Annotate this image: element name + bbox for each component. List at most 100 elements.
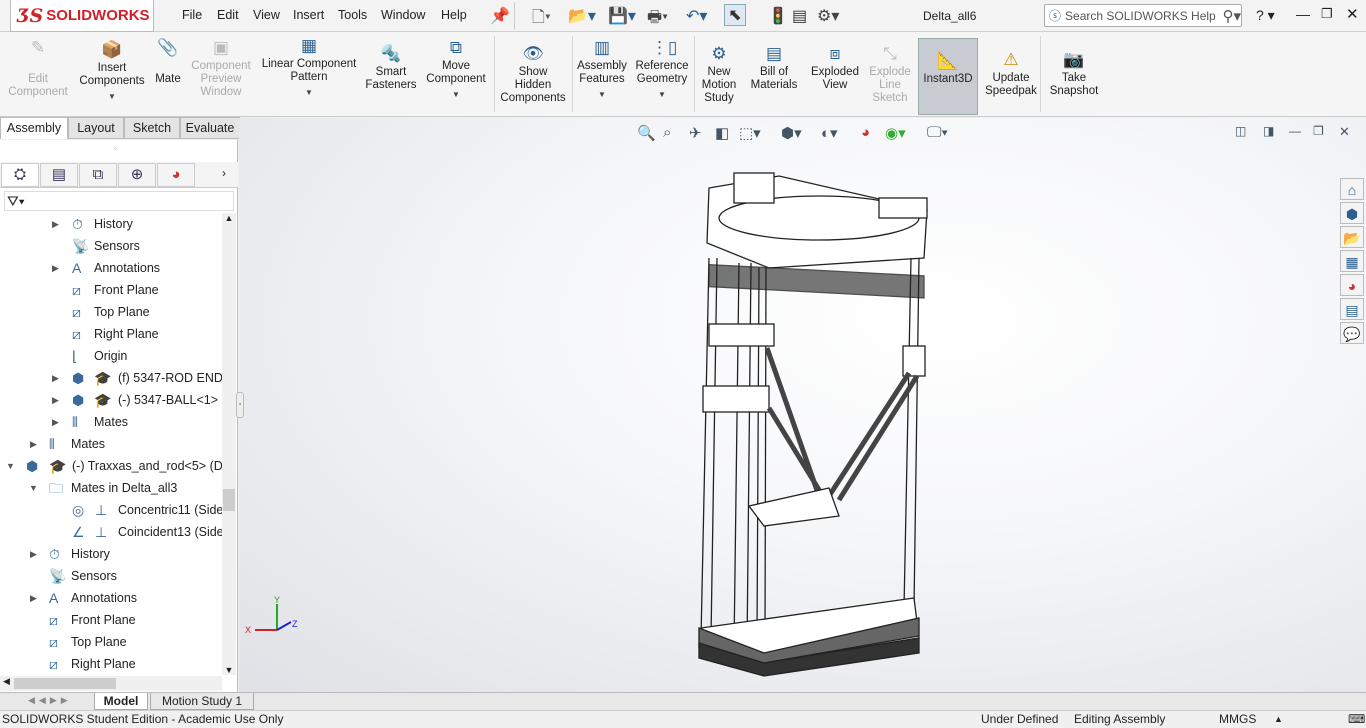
home-icon[interactable]: ⌂ [1340,178,1364,200]
tree-item[interactable]: ⧄ Right Plane [0,323,225,345]
tree-item[interactable]: ▼ ⬢ 🎓 (-) Traxxas_and_rod<5> (Def [0,455,225,477]
tree-horizontal-scrollbar[interactable]: ◀ [0,676,222,691]
filter-icon[interactable]: ⛛▾ [4,191,234,211]
collapse-arrow-icon[interactable]: ▼ [6,455,15,477]
units-chevron-up-icon[interactable]: ▲ [1274,711,1283,728]
rebuild-icon[interactable]: 🚦 [768,6,788,26]
bill-of-materials-button[interactable]: ▤ Bill of Materials [746,44,802,92]
tree-item[interactable]: ⧄ Top Plane [0,301,225,323]
print-icon[interactable]: 🖶▾ [647,6,668,33]
expand-arrow-icon[interactable]: ▶ [30,543,37,565]
tab-motion-study-1[interactable]: Motion Study 1 [150,693,254,710]
design-library-icon[interactable]: ⬢ [1340,202,1364,224]
graphics-viewport[interactable]: 🔍 ⌕ ✈ ◧ ⬚▾ ⬢▾ ◐▾ ◕ ◉▾ 🖵▾ ◫ ◨ — ❐ ✕ Y X Z [239,118,1366,692]
select-icon[interactable]: ⬉ [724,4,746,26]
explode-line-sketch-button[interactable]: ⤡ Explode Line Sketch [864,44,916,105]
restore-window-button[interactable]: ❐ [1321,6,1333,22]
collapse-arrow-icon[interactable]: ▼ [29,477,38,499]
exploded-view-button[interactable]: ⧈ Exploded View [806,44,864,92]
tree-item[interactable]: ▶ ⏱ History [0,543,225,565]
expand-arrow-icon[interactable]: ▶ [52,389,59,411]
menu-tools[interactable]: Tools [338,8,367,22]
undo-icon[interactable]: ↶▾ [686,6,707,26]
expand-arrow-icon[interactable]: ▶ [52,367,59,389]
expand-arrow-icon[interactable]: ▶ [52,411,59,433]
minimize-window-button[interactable]: — [1296,6,1310,22]
edit-component-button[interactable]: ✎ Edit Component [4,38,72,99]
tree-item[interactable]: ▶ A Annotations [0,587,225,609]
move-component-button[interactable]: ⧉ Move Component ▼ [422,38,490,101]
tree-item[interactable]: ⧄ Front Plane [0,279,225,301]
tree-item[interactable]: 📡 Sensors [0,235,225,257]
help-question-icon[interactable]: ? ▾ [1256,7,1275,24]
help-search-input[interactable]: ⓢ Search SOLIDWORKS Help ⚲▾ [1044,4,1242,27]
insert-components-button[interactable]: 📦 Insert Components ▼ [76,40,148,103]
tree-item[interactable]: ▶ A Annotations [0,257,225,279]
reference-geometry-button[interactable]: ⋮▯ Reference Geometry ▼ [632,38,692,101]
update-speedpak-button[interactable]: ⚠ Update Speedpak [982,50,1040,98]
feature-manager-tab-icon[interactable]: ⛭ [1,163,39,187]
tree-item[interactable]: ◎ ⊥ Concentric11 (Side_ [0,499,225,521]
tree-item[interactable]: ▶ ⫴ Mates [0,433,225,455]
tab-layout[interactable]: Layout [68,117,124,139]
smart-fasteners-button[interactable]: 🔩 Smart Fasteners [362,44,420,92]
take-snapshot-button[interactable]: 📷 Take Snapshot [1044,50,1104,98]
tree-item[interactable]: ▶ ⬢ 🎓 (-) 5347-BALL<1> (I [0,389,225,411]
pin-icon[interactable]: 📌 [490,6,510,26]
solidworks-logo[interactable]: ƷS SOLIDWORKS [10,0,154,32]
appearances-icon[interactable]: ◕ [1340,274,1364,296]
status-customize-icon[interactable]: ⌨ [1348,711,1365,728]
tree-item[interactable]: ⧄ Right Plane [0,653,225,675]
instant3d-button[interactable]: 📐 Instant3D [918,38,978,115]
menu-insert[interactable]: Insert [293,8,324,22]
tree-item[interactable]: ▶ ⬢ 🎓 (f) 5347-ROD END< [0,367,225,389]
tree-item[interactable]: ▶ ⫴ Mates [0,411,225,433]
menu-view[interactable]: View [253,8,280,22]
tree-item[interactable]: ∠ ⊥ Coincident13 (Side_ [0,521,225,543]
panel-splitter-handle[interactable]: ◦ [114,144,117,153]
tab-model[interactable]: Model [94,693,148,710]
menu-file[interactable]: File [182,8,202,22]
tab-scroll-arrows[interactable]: ◀◀▶▶ [28,695,72,706]
expand-arrow-icon[interactable]: ▶ [52,213,59,235]
tab-assembly[interactable]: Assembly [0,117,68,139]
new-document-icon[interactable]: 🗋▾ [532,6,551,33]
view-palette-icon[interactable]: ▦ [1340,250,1364,272]
save-icon[interactable]: 💾▾ [608,6,636,26]
search-icon[interactable]: ⚲▾ [1222,7,1241,25]
open-icon[interactable]: 📂▾ [568,6,596,26]
close-window-button[interactable]: ✕ [1346,5,1359,23]
tree-item[interactable]: ⧄ Top Plane [0,631,225,653]
delta-printer-model[interactable] [239,118,1366,692]
file-properties-icon[interactable]: ▤ [792,6,807,26]
custom-properties-icon[interactable]: ▤ [1340,298,1364,320]
tree-item[interactable]: ⧄ Front Plane [0,609,225,631]
dimxpert-tab-icon[interactable]: ⊕ [118,163,156,187]
tree-vertical-scrollbar[interactable]: ▲ ▼ [222,213,236,675]
menu-help[interactable]: Help [441,8,467,22]
menu-edit[interactable]: Edit [217,8,239,22]
assembly-features-button[interactable]: ▥ Assembly Features ▼ [574,38,630,101]
expand-arrow-icon[interactable]: ▶ [30,433,37,455]
new-motion-study-button[interactable]: ⚙ New Motion Study [696,44,742,105]
show-hidden-components-button[interactable]: 👁 Show Hidden Components [496,44,570,105]
file-explorer-icon[interactable]: 📂 [1340,226,1364,248]
component-preview-window-button[interactable]: ▣ Component Preview Window [188,38,254,99]
scrollbar-thumb[interactable] [223,489,235,511]
tab-evaluate[interactable]: Evaluate [180,117,240,139]
options-gear-icon[interactable]: ⚙▾ [817,6,839,26]
mate-button[interactable]: 📎 Mate [150,38,186,86]
property-manager-tab-icon[interactable]: ▤ [40,163,78,187]
tree-item[interactable]: ▶ ⏱ History [0,213,225,235]
panel-collapse-handle[interactable]: ◦ [236,392,244,418]
linear-component-pattern-button[interactable]: ▦ Linear Component Pattern ▼ [258,36,360,99]
tree-item[interactable]: ▼ 🗀 Mates in Delta_all3 [0,477,225,499]
panel-tabs-chevron-right-icon[interactable]: › [222,166,226,180]
forum-icon[interactable]: 💬 [1340,322,1364,344]
tab-sketch[interactable]: Sketch [124,117,180,139]
menu-window[interactable]: Window [381,8,425,22]
units-selector[interactable]: MMGS [1219,711,1256,728]
configuration-manager-tab-icon[interactable]: ⧉ [79,163,117,187]
display-manager-tab-icon[interactable]: ◕ [157,163,195,187]
expand-arrow-icon[interactable]: ▶ [30,587,37,609]
